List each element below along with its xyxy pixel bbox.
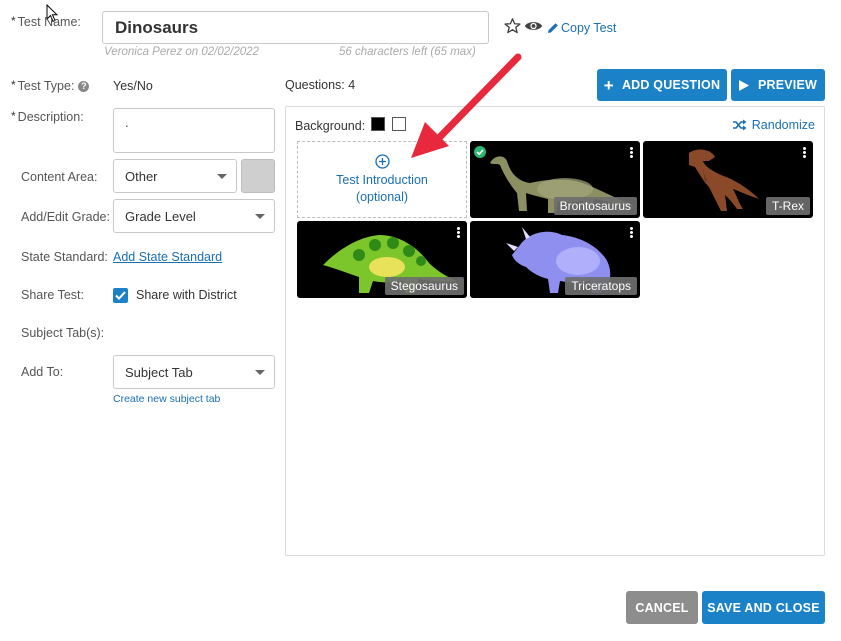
grade-select[interactable]: Grade Level <box>113 199 275 233</box>
share-district-checkbox[interactable] <box>113 288 128 303</box>
tile-label: Stegosaurus <box>384 277 464 295</box>
plus-icon: + <box>603 75 614 95</box>
create-subject-tab-link[interactable]: Create new subject tab <box>113 393 220 405</box>
content-area-label: Content Area: <box>21 170 98 184</box>
add-to-select[interactable]: Subject Tab <box>113 355 275 389</box>
add-question-button[interactable]: + ADD QUESTION <box>597 69 727 101</box>
state-standard-label: State Standard: <box>21 250 108 264</box>
save-and-close-button[interactable]: SAVE AND CLOSE <box>702 591 825 624</box>
eye-icon[interactable] <box>524 19 543 33</box>
questions-panel: Background: Randomize Test Introduction … <box>285 106 825 556</box>
test-name-value: Dinosaurs <box>115 17 199 37</box>
add-state-standard-link[interactable]: Add State Standard <box>113 250 222 264</box>
background-black-swatch[interactable] <box>371 117 385 131</box>
copy-test-link[interactable]: Copy Test <box>547 21 616 35</box>
help-icon[interactable]: ? <box>78 80 90 92</box>
add-circle-icon <box>374 153 390 169</box>
tile-label: T-Rex <box>765 197 810 215</box>
more-vertical-icon[interactable] <box>630 227 633 238</box>
star-icon[interactable] <box>503 17 522 35</box>
question-tile-stegosaurus[interactable]: Stegosaurus <box>297 221 467 298</box>
more-vertical-icon[interactable] <box>457 227 460 238</box>
share-district-label: Share with District <box>136 288 237 302</box>
grade-label: Add/Edit Grade: <box>21 210 110 224</box>
background-label: Background: <box>295 119 366 133</box>
preview-button[interactable]: PREVIEW <box>731 69 825 101</box>
red-arrow-annotation <box>411 53 522 158</box>
share-test-label: Share Test: <box>21 288 85 302</box>
description-textarea[interactable]: . <box>113 108 275 153</box>
question-tile-t-rex[interactable]: T-Rex <box>643 141 813 218</box>
shuffle-icon <box>732 119 747 131</box>
color-swatch-button[interactable] <box>241 159 275 193</box>
content-area-select[interactable]: Other <box>113 159 237 193</box>
cancel-button[interactable]: CANCEL <box>626 591 698 624</box>
description-label: * Description: <box>11 109 84 124</box>
chevron-down-icon <box>255 214 265 219</box>
play-icon <box>738 79 749 91</box>
pencil-icon <box>548 23 558 33</box>
tile-label: Triceratops <box>565 277 637 295</box>
checkmark-icon <box>115 291 126 300</box>
question-tile-triceratops[interactable]: Triceratops <box>470 221 640 298</box>
tile-label: Brontosaurus <box>553 197 637 215</box>
chevron-down-icon <box>255 370 265 375</box>
add-to-label: Add To: <box>21 365 64 379</box>
test-type-value: Yes/No <box>113 79 153 93</box>
test-type-label: * Test Type: ? <box>11 78 90 93</box>
chevron-down-icon <box>217 174 227 179</box>
more-vertical-icon[interactable] <box>630 147 633 158</box>
more-vertical-icon[interactable] <box>803 147 806 158</box>
test-name-input[interactable]: Dinosaurs <box>102 11 489 44</box>
questions-count: Questions: 4 <box>285 78 356 92</box>
author-meta: Veronica Perez on 02/02/2022 <box>104 46 259 58</box>
randomize-button[interactable]: Randomize <box>732 118 815 132</box>
test-name-label: * Test Name: <box>11 14 81 29</box>
background-white-swatch[interactable] <box>392 117 406 131</box>
subject-tabs-label: Subject Tab(s): <box>21 326 105 340</box>
